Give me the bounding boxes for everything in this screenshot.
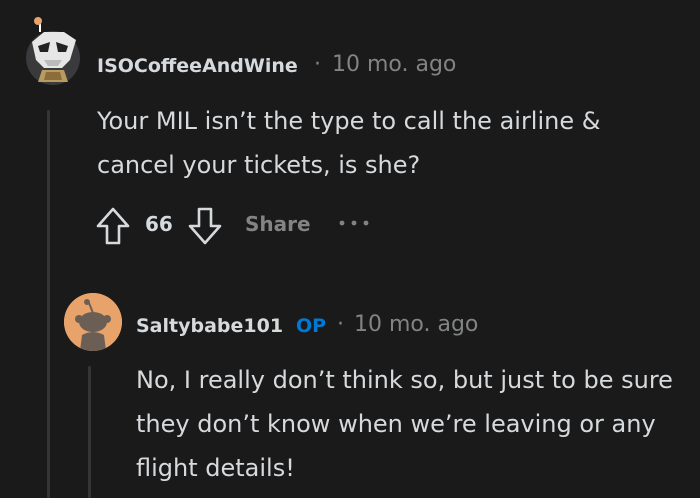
op-badge: OP	[296, 315, 327, 337]
comment-body: No, I really don’t think so, but just to…	[136, 366, 673, 482]
snoo-avatar-icon	[26, 17, 80, 85]
share-button[interactable]: Share	[245, 212, 311, 236]
downvote-button[interactable]	[186, 205, 224, 247]
thread-line[interactable]	[88, 366, 91, 498]
comment-body: Your MIL isn’t the type to call the airl…	[97, 107, 601, 179]
ellipsis-icon	[339, 220, 369, 226]
upvote-arrow-icon	[96, 207, 130, 245]
avatar[interactable]	[24, 16, 82, 86]
avatar[interactable]	[64, 293, 122, 351]
meta-separator: ·	[337, 312, 344, 337]
downvote-arrow-icon	[188, 207, 222, 245]
vote-count: 66	[145, 212, 173, 236]
comment-timestamp[interactable]: 10 mo. ago	[354, 312, 478, 337]
thread-line[interactable]	[47, 110, 50, 498]
upvote-button[interactable]	[94, 205, 132, 247]
comment-timestamp[interactable]: 10 mo. ago	[332, 52, 456, 77]
comment-author[interactable]: ISOCoffeeAndWine	[97, 55, 298, 77]
snoo-avatar-icon	[64, 293, 122, 351]
comment-author[interactable]: Saltybabe101	[136, 315, 283, 337]
more-options-button[interactable]	[334, 213, 374, 233]
meta-separator: ·	[314, 52, 321, 77]
